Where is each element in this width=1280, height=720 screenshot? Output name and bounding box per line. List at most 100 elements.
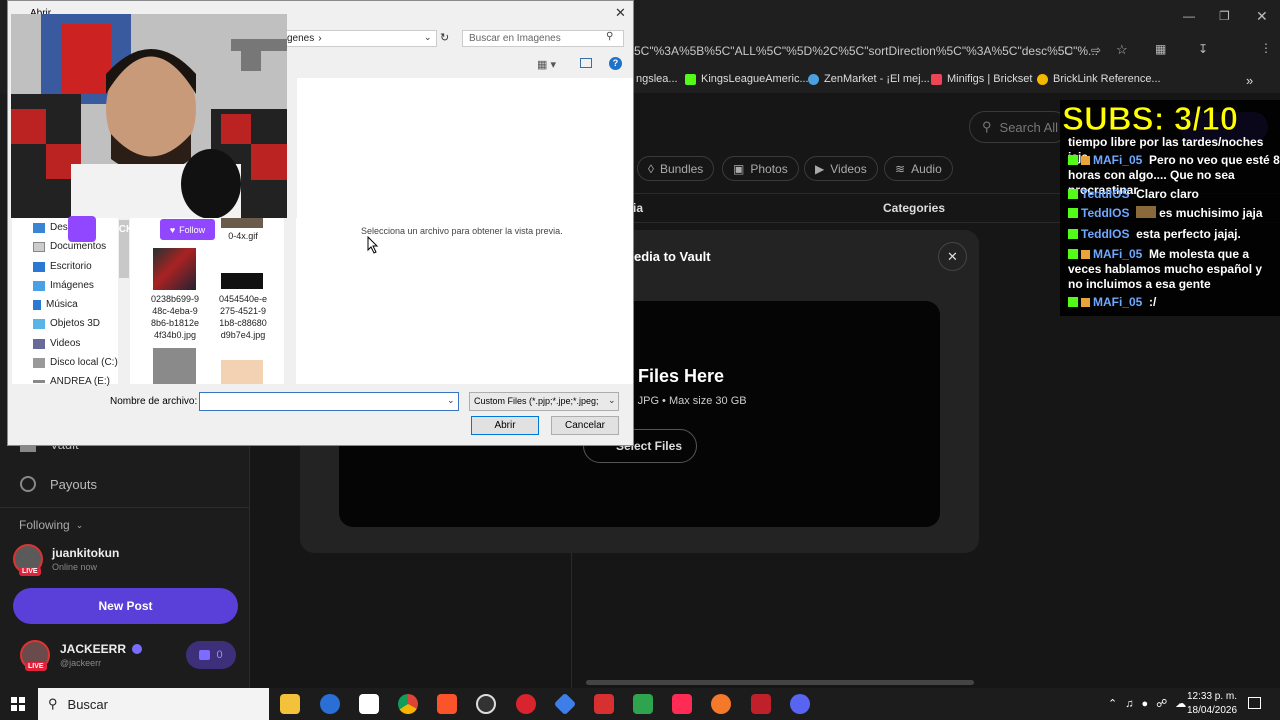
- tree-item-desktop[interactable]: Desc: [33, 222, 73, 233]
- tab-photos[interactable]: ▣ Photos: [722, 156, 799, 181]
- music-icon: [33, 299, 41, 310]
- breadcrumb[interactable]: genes ›: [282, 30, 437, 47]
- tree-item-videos[interactable]: Videos: [33, 338, 80, 349]
- brickset-icon: [931, 73, 942, 85]
- chevron-down-icon: ⌄: [608, 395, 616, 405]
- new-post-button[interactable]: New Post: [13, 588, 238, 624]
- dialog-search-input[interactable]: Buscar en Imagenes: [462, 30, 624, 47]
- tree-item-3d-objects[interactable]: Objetos 3D: [33, 318, 100, 329]
- ccleaner-icon[interactable]: [320, 694, 340, 714]
- kick-badge-icon: [1068, 249, 1078, 259]
- preview-pane-icon[interactable]: [580, 58, 592, 68]
- profile-counter[interactable]: 0: [186, 641, 236, 669]
- url-text[interactable]: 5C"%3A%5B%5C"ALL%5C"%5D%2C%5C"sortDirect…: [634, 44, 1098, 58]
- discord-icon[interactable]: [790, 694, 810, 714]
- bookmark-4[interactable]: Minifigs | Brickset: [931, 73, 1032, 85]
- cancel-button[interactable]: Cancelar: [551, 416, 619, 435]
- help-icon[interactable]: ?: [609, 57, 622, 70]
- file-name[interactable]: 0454540e-e 275-4521-9 1b8-c88680 d9b7e4.…: [213, 293, 273, 341]
- clock-time[interactable]: 12:33 p. m.: [1187, 691, 1237, 702]
- tab-videos[interactable]: ▶ Videos: [804, 156, 878, 181]
- bookmark-3[interactable]: ZenMarket - ¡El mej...: [808, 73, 930, 85]
- following-toggle[interactable]: Following ⌄: [19, 518, 83, 532]
- restore-icon[interactable]: ❐: [1219, 9, 1230, 23]
- blender-icon[interactable]: [711, 694, 731, 714]
- filename-input[interactable]: [199, 392, 459, 411]
- app-icon-green[interactable]: [633, 694, 653, 714]
- tree-item-drive-e[interactable]: ANDREA (E:): [33, 376, 110, 387]
- taskbar-search[interactable]: ⚲ Buscar: [38, 688, 269, 720]
- chevron-down-icon[interactable]: ⌄: [447, 395, 455, 406]
- file-name[interactable]: 0238b699-9 48c-4eba-9 8b6-b1812e 4f34b0.…: [145, 293, 205, 341]
- obs-icon[interactable]: [476, 694, 496, 714]
- zenmarket-icon: [808, 73, 819, 85]
- tray-icons[interactable]: ⌃♫●☍☁: [1108, 697, 1194, 710]
- cast-icon[interactable]: ⇨: [1091, 43, 1101, 57]
- tree-item-documents[interactable]: Documentos: [33, 241, 106, 252]
- sidebar-item-payouts[interactable]: Payouts: [20, 476, 97, 492]
- file-type-select[interactable]: Custom Files (*.pjp;*.jpe;*.jpeg;: [469, 392, 619, 411]
- bookmark-5[interactable]: BrickLink Reference...: [1037, 73, 1161, 85]
- close-icon[interactable]: ✕: [1256, 8, 1268, 25]
- bookmarks-overflow[interactable]: »: [1246, 73, 1253, 88]
- mouse-cursor-icon: [367, 236, 379, 254]
- tf-icon[interactable]: [594, 694, 614, 714]
- tree-scrollbar[interactable]: [118, 218, 130, 384]
- following-name[interactable]: juankitokun: [52, 546, 119, 560]
- tree-item-music[interactable]: Música: [33, 299, 78, 310]
- chat-message: MAFi_05 :/: [1068, 295, 1280, 310]
- smackdown-icon[interactable]: [751, 694, 771, 714]
- tab-audio[interactable]: ≋ Audio: [884, 156, 953, 181]
- page-icon[interactable]: □: [1065, 43, 1072, 57]
- cam-name: JACKEERR: [106, 223, 162, 235]
- file-thumbnail[interactable]: [221, 360, 263, 384]
- bookmark-2[interactable]: KingsLeagueAmeric...: [685, 73, 809, 85]
- close-icon: ✕: [947, 248, 958, 264]
- windows-start-icon[interactable]: [11, 697, 25, 711]
- brave-icon[interactable]: [437, 694, 457, 714]
- refresh-icon[interactable]: ↻: [440, 31, 449, 44]
- view-options-icon[interactable]: ▦ ▾: [537, 58, 556, 71]
- file-thumbnail[interactable]: [221, 273, 263, 289]
- column-media: ia: [633, 201, 644, 215]
- dialog-close-button[interactable]: ✕: [615, 5, 626, 21]
- filename-label: Nombre de archivo:: [110, 396, 198, 407]
- tree-item-pictures[interactable]: Imágenes: [33, 280, 94, 291]
- tree-item-local-disk[interactable]: Disco local (C:): [33, 357, 118, 368]
- notifications-icon[interactable]: [1248, 697, 1261, 709]
- kick-badge-icon: [1068, 297, 1078, 307]
- drop-subtitle: s, JPG • Max size 30 GB: [626, 395, 747, 407]
- horizontal-scrollbar[interactable]: [586, 680, 974, 685]
- profile-handle: @jackeerr: [60, 658, 102, 668]
- minimize-icon[interactable]: —: [1183, 9, 1195, 23]
- payouts-icon: [20, 476, 36, 492]
- file-explorer-icon[interactable]: [280, 694, 300, 714]
- chevron-down-icon: ⌄: [75, 519, 84, 530]
- app-icon-red[interactable]: [516, 694, 536, 714]
- tree-item-desktop-folder[interactable]: Escritorio: [33, 261, 92, 272]
- sub-badge-icon: [1081, 250, 1090, 259]
- modal-close-button[interactable]: ✕: [938, 242, 967, 271]
- search-box[interactable]: ⚲ Search All: [969, 111, 1069, 143]
- file-thumbnail[interactable]: [221, 218, 263, 228]
- search-icon: ⚲: [982, 119, 992, 134]
- clock-date[interactable]: 18/04/2026: [1187, 705, 1237, 716]
- capcut-icon[interactable]: [359, 694, 379, 714]
- bookmark-1[interactable]: ngslea...: [636, 73, 678, 85]
- kick-badge-icon: [1068, 229, 1078, 239]
- follow-button[interactable]: ♥ Follow: [160, 219, 215, 240]
- file-name[interactable]: 0-4x.gif: [213, 230, 273, 242]
- download-icon[interactable]: ↧: [1198, 42, 1208, 56]
- star-icon[interactable]: ☆: [1116, 42, 1128, 58]
- chat-message: TeddIOS esta perfecto jajaj.: [1068, 227, 1280, 242]
- tiktok-icon[interactable]: [672, 694, 692, 714]
- breadcrumb-dropdown-icon[interactable]: ⌄: [424, 32, 432, 43]
- search-icon: ⚲: [606, 31, 614, 42]
- extensions-icon[interactable]: ▦: [1155, 42, 1166, 56]
- tab-bundles[interactable]: ◊ Bundles: [637, 156, 715, 181]
- menu-icon[interactable]: ⋮: [1260, 41, 1272, 55]
- chrome-icon[interactable]: [398, 694, 418, 714]
- file-thumbnail[interactable]: [153, 248, 196, 290]
- file-thumbnail[interactable]: [153, 348, 196, 384]
- open-button[interactable]: Abrir: [471, 416, 539, 435]
